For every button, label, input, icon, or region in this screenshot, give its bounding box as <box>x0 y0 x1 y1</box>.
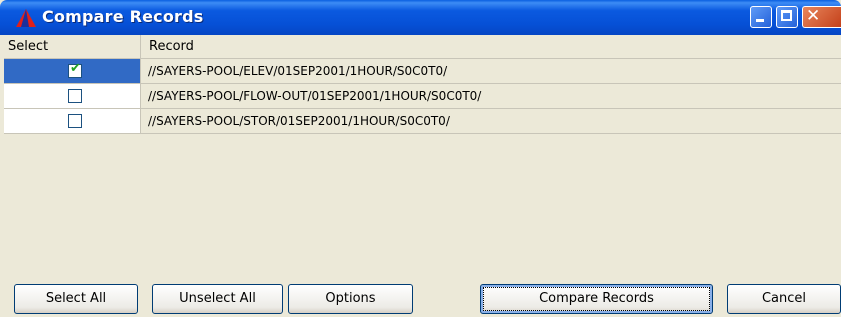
window-title: Compare Records <box>42 7 204 26</box>
minimize-button[interactable] <box>750 6 772 28</box>
row-checkbox[interactable] <box>68 114 82 128</box>
title-bar[interactable]: Compare Records ✕ <box>0 0 841 35</box>
column-header-select[interactable]: Select <box>4 35 141 58</box>
options-button[interactable]: Options <box>288 284 413 314</box>
dialog-content: Select Record ✔ //SAYERS-POOL/ELEV/01SEP… <box>4 35 841 317</box>
table-row[interactable]: //SAYERS-POOL/FLOW-OUT/01SEP2001/1HOUR/S… <box>4 84 841 109</box>
row-checkbox[interactable]: ✔ <box>68 61 82 78</box>
column-header-record[interactable]: Record <box>141 35 841 58</box>
select-all-button[interactable]: Select All <box>14 284 138 314</box>
record-cell[interactable]: //SAYERS-POOL/STOR/01SEP2001/1HOUR/S0C0T… <box>141 109 841 133</box>
row-checkbox[interactable] <box>68 89 82 103</box>
record-cell[interactable]: //SAYERS-POOL/ELEV/01SEP2001/1HOUR/S0C0T… <box>141 59 841 83</box>
close-icon: ✕ <box>806 6 821 26</box>
app-icon <box>16 9 36 27</box>
minimize-icon <box>756 19 764 22</box>
table-header: Select Record <box>4 35 841 59</box>
compare-records-window: Compare Records ✕ Select Record ✔ //SAYE… <box>0 0 841 317</box>
checkmark-icon: ✔ <box>70 61 81 76</box>
cancel-button[interactable]: Cancel <box>727 284 841 314</box>
compare-records-button[interactable]: Compare Records <box>480 284 713 314</box>
unselect-all-button[interactable]: Unselect All <box>152 284 283 314</box>
records-table: ✔ //SAYERS-POOL/ELEV/01SEP2001/1HOUR/S0C… <box>4 59 841 275</box>
table-row[interactable]: ✔ //SAYERS-POOL/ELEV/01SEP2001/1HOUR/S0C… <box>4 59 841 84</box>
maximize-button[interactable] <box>776 6 798 28</box>
table-row[interactable]: //SAYERS-POOL/STOR/01SEP2001/1HOUR/S0C0T… <box>4 109 841 134</box>
select-cell[interactable]: ✔ <box>4 59 141 83</box>
maximize-icon <box>781 10 792 21</box>
select-cell[interactable] <box>4 109 141 133</box>
close-button[interactable]: ✕ <box>802 6 841 28</box>
select-cell[interactable] <box>4 84 141 108</box>
record-cell[interactable]: //SAYERS-POOL/FLOW-OUT/01SEP2001/1HOUR/S… <box>141 84 841 108</box>
